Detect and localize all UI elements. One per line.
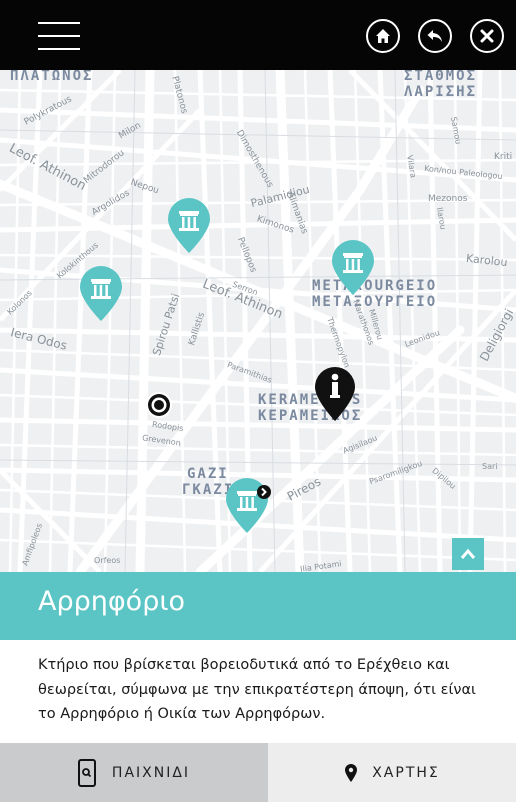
hamburger-menu-icon[interactable] [38, 22, 80, 50]
chevron-up-icon [460, 548, 476, 559]
info-pin-icon[interactable] [312, 366, 358, 422]
tab-map[interactable]: ΧΑΡΤΗΣ [268, 743, 516, 802]
place-title-bar: Αρρηφόριο [0, 572, 516, 640]
district-label-gazi-latin: GAZI [187, 466, 229, 482]
location-target-icon [146, 392, 172, 418]
column-pin-icon[interactable] [330, 240, 376, 296]
street-label: Sari [482, 462, 498, 471]
column-pin-icon[interactable] [78, 266, 124, 322]
back-arrow-icon [427, 30, 442, 42]
chevron-right-icon[interactable] [256, 484, 272, 500]
district-label-stathmos: ΣΤΑΘΜΟΣ [404, 70, 478, 84]
close-button[interactable] [470, 19, 504, 53]
tab-map-label: ΧΑΡΤΗΣ [372, 764, 440, 781]
top-bar [0, 0, 516, 70]
street-label: Orfeos [94, 556, 121, 565]
back-button[interactable] [418, 19, 452, 53]
column-pin-icon[interactable] [166, 198, 212, 254]
home-icon [376, 29, 390, 43]
tab-game-label: ΠΑΙΧΝΙΔΙ [111, 764, 191, 781]
place-title: Αρρηφόριο [38, 586, 185, 617]
district-label-platonos: ΠΛΑΤΩΝΟΣ [10, 70, 94, 84]
street-label: Mezonos [428, 194, 468, 204]
map-view[interactable]: ΠΛΑΤΩΝΟΣ ΣΤΑΘΜΟΣ ΛΑΡΙΣΗΣ METAXOURGEIO ΜΕ… [0, 70, 516, 572]
street-label: Kriti [494, 152, 513, 162]
close-icon [480, 29, 494, 43]
expand-panel-button[interactable] [452, 538, 484, 570]
phone-search-icon [77, 758, 96, 787]
tab-game[interactable]: ΠΑΙΧΝΙΔΙ [0, 743, 268, 802]
district-label-larisis: ΛΑΡΙΣΗΣ [404, 84, 478, 100]
map-pin-icon [345, 763, 358, 782]
place-description: Κτήριο που βρίσκεται βορειοδυτικά από το… [38, 657, 476, 722]
home-button[interactable] [366, 19, 400, 53]
